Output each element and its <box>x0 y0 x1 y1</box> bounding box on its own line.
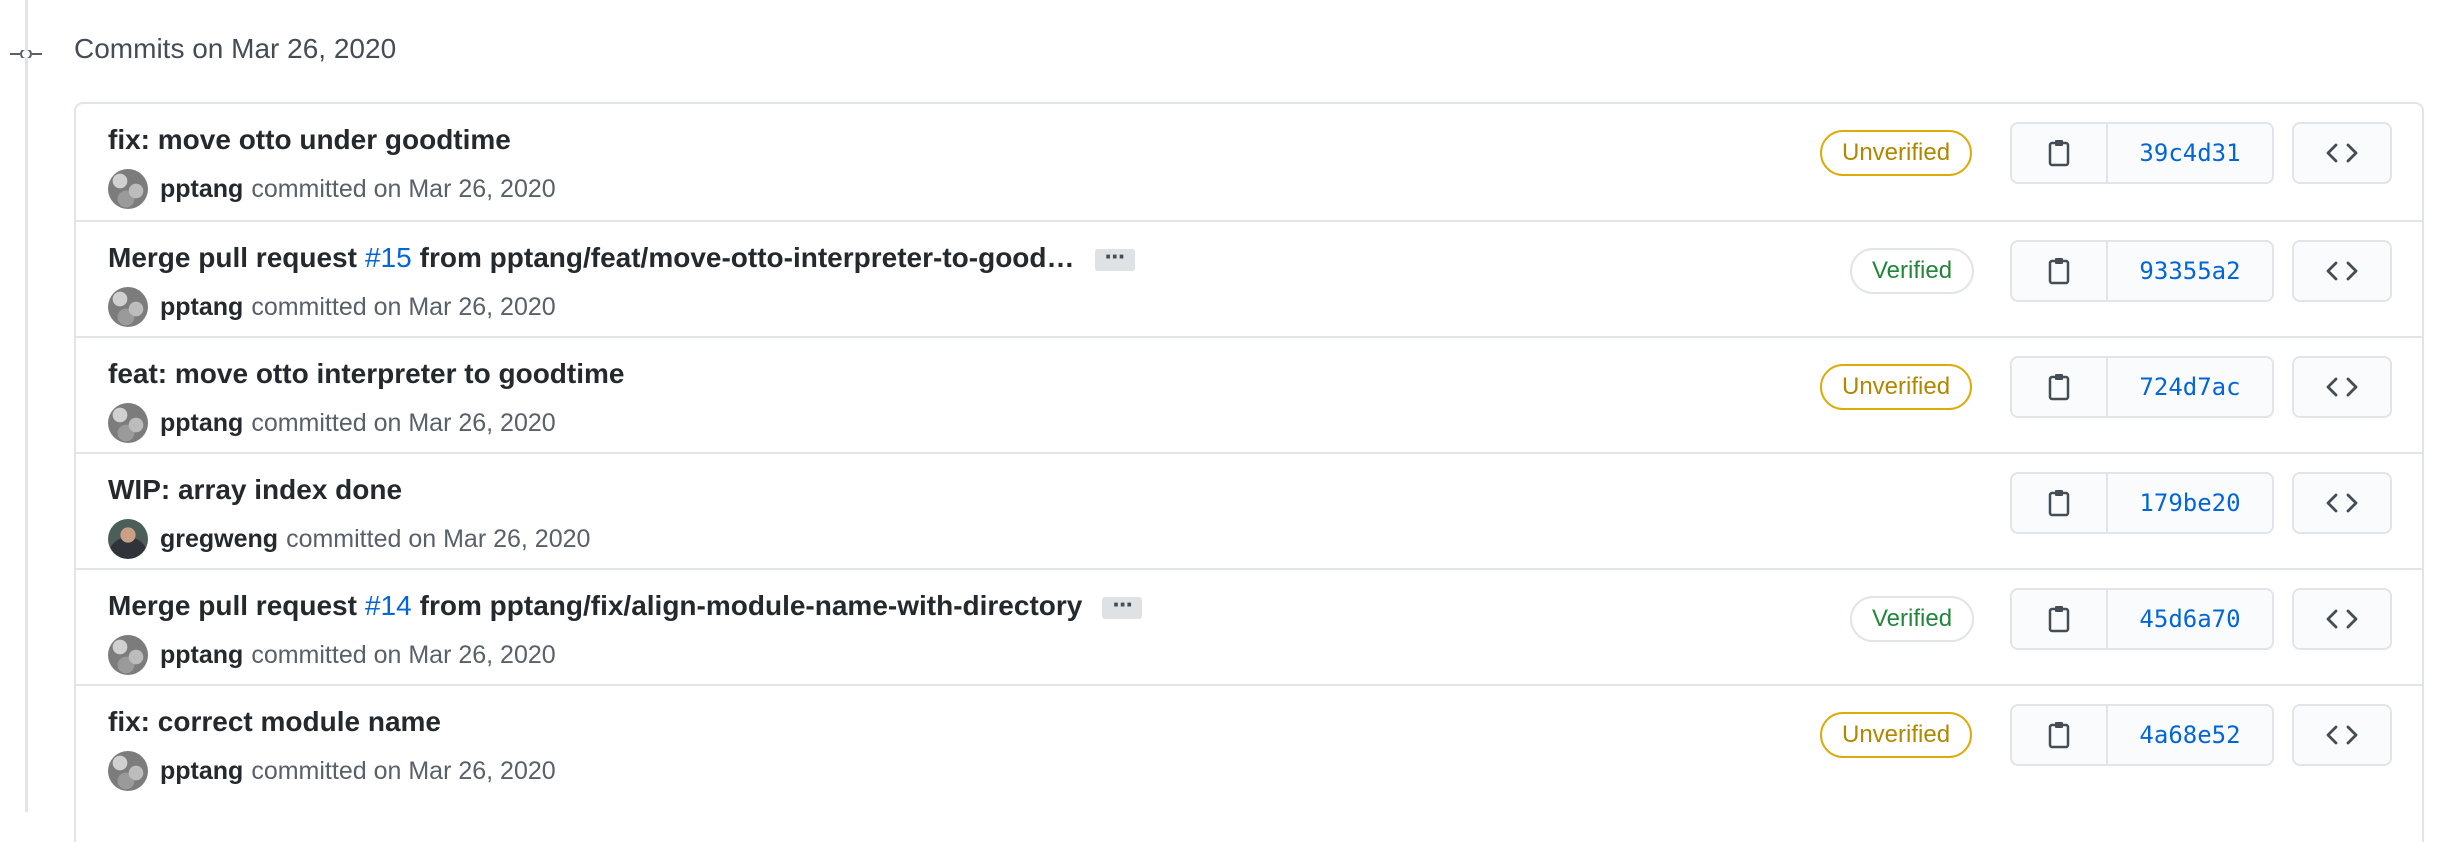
browse-repository-button[interactable] <box>2292 240 2392 302</box>
commit-meta: pptang committed on Mar 26, 2020 <box>108 169 556 209</box>
browse-repository-button[interactable] <box>2292 472 2392 534</box>
sha-button-group: 4a68e52 <box>2010 704 2274 766</box>
clipboard-icon <box>2048 606 2070 633</box>
commit-sha-link[interactable]: 724d7ac <box>2108 358 2272 416</box>
commit-title[interactable]: fix: move otto under goodtime <box>108 124 511 156</box>
sha-button-group: 45d6a70 <box>2010 588 2274 650</box>
commit-row: Merge pull request #14 from pptang/fix/ali… <box>76 568 2422 684</box>
browse-repository-button[interactable] <box>2292 704 2392 766</box>
commit-date: committed on Mar 26, 2020 <box>251 640 556 669</box>
commit-title[interactable]: fix: correct module name <box>108 706 441 738</box>
avatar[interactable] <box>108 403 148 443</box>
commit-meta: pptang committed on Mar 26, 2020 <box>108 403 556 443</box>
avatar[interactable] <box>108 751 148 791</box>
commit-meta: pptang committed on Mar 26, 2020 <box>108 751 556 791</box>
commit-date: committed on Mar 26, 2020 <box>251 174 556 203</box>
commit-sha-link[interactable]: 93355a2 <box>2108 242 2272 300</box>
commit-title-text[interactable]: feat: move otto interpreter to goodtime <box>108 358 624 390</box>
clipboard-icon <box>2048 140 2070 167</box>
git-commit-icon <box>10 50 42 58</box>
commit-title[interactable]: WIP: array index done <box>108 474 402 506</box>
commit-title-text[interactable]: fix: move otto under goodtime <box>108 124 511 156</box>
avatar[interactable] <box>108 635 148 675</box>
unverified-badge[interactable]: Unverified <box>1820 712 1973 758</box>
copy-sha-button[interactable] <box>2012 706 2108 764</box>
commit-author[interactable]: gregweng <box>160 525 278 554</box>
commit-row: fix: correct module name pptang committed … <box>76 684 2422 800</box>
copy-sha-button[interactable] <box>2012 124 2108 182</box>
commit-author[interactable]: pptang <box>160 409 243 438</box>
clipboard-icon <box>2048 374 2070 401</box>
copy-sha-button[interactable] <box>2012 358 2108 416</box>
commit-date: committed on Mar 26, 2020 <box>251 756 556 785</box>
clipboard-icon <box>2048 722 2070 749</box>
copy-sha-button[interactable] <box>2012 242 2108 300</box>
unverified-badge[interactable]: Unverified <box>1820 364 1973 410</box>
commit-meta: pptang committed on Mar 26, 2020 <box>108 635 556 675</box>
commit-date: committed on Mar 26, 2020 <box>251 408 556 437</box>
browse-repository-button[interactable] <box>2292 588 2392 650</box>
code-icon <box>2326 725 2358 745</box>
commit-sha-link[interactable]: 45d6a70 <box>2108 590 2272 648</box>
browse-repository-button[interactable] <box>2292 356 2392 418</box>
code-icon <box>2326 143 2358 163</box>
commit-meta: gregweng committed on Mar 26, 2020 <box>108 519 590 559</box>
commit-row: WIP: array index done gregweng committed o… <box>76 452 2422 568</box>
verified-badge[interactable]: Verified <box>1850 596 1975 642</box>
commit-title-prefix[interactable]: Merge pull request <box>108 590 357 622</box>
commit-title-text[interactable]: WIP: array index done <box>108 474 402 506</box>
commit-author[interactable]: pptang <box>160 641 243 670</box>
ellipsis-icon[interactable] <box>1094 241 1135 272</box>
commit-sha-link[interactable]: 179be20 <box>2108 474 2272 532</box>
browse-repository-button[interactable] <box>2292 122 2392 184</box>
code-icon <box>2326 377 2358 397</box>
commit-title-text[interactable]: fix: correct module name <box>108 706 441 738</box>
commit-date: committed on Mar 26, 2020 <box>251 292 556 321</box>
avatar[interactable] <box>108 169 148 209</box>
sha-button-group: 93355a2 <box>2010 240 2274 302</box>
verified-badge[interactable]: Verified <box>1850 248 1975 294</box>
commit-date: committed on Mar 26, 2020 <box>286 524 591 553</box>
commit-row: fix: move otto under goodtime pptang commi… <box>76 104 2422 220</box>
unverified-badge[interactable]: Unverified <box>1820 130 1973 176</box>
code-icon <box>2326 261 2358 281</box>
commit-author[interactable]: pptang <box>160 293 243 322</box>
clipboard-icon <box>2048 490 2070 517</box>
commit-list: fix: move otto under goodtime pptang commi… <box>74 102 2424 842</box>
commit-title[interactable]: Merge pull request #15 from pptang/feat/mo… <box>108 241 1135 274</box>
avatar[interactable] <box>108 519 148 559</box>
copy-sha-button[interactable] <box>2012 590 2108 648</box>
commit-row: Merge pull request #15 from pptang/feat/mo… <box>76 220 2422 336</box>
commit-sha-link[interactable]: 39c4d31 <box>2108 124 2272 182</box>
commit-title-suffix[interactable]: from pptang/feat/move-otto-interpreter-t… <box>420 242 1075 274</box>
clipboard-icon <box>2048 258 2070 285</box>
code-icon <box>2326 609 2358 629</box>
commit-meta: pptang committed on Mar 26, 2020 <box>108 287 556 327</box>
sha-button-group: 179be20 <box>2010 472 2274 534</box>
sha-button-group: 724d7ac <box>2010 356 2274 418</box>
commit-title-suffix[interactable]: from pptang/fix/align-module-name-with-d… <box>420 590 1083 622</box>
code-icon <box>2326 493 2358 513</box>
ellipsis-icon[interactable] <box>1102 589 1143 620</box>
commit-title-prefix[interactable]: Merge pull request <box>108 242 357 274</box>
commit-sha-link[interactable]: 4a68e52 <box>2108 706 2272 764</box>
commit-group-title: Commits on Mar 26, 2020 <box>74 33 397 64</box>
pull-request-link[interactable]: #15 <box>365 242 412 274</box>
pull-request-link[interactable]: #14 <box>365 590 412 622</box>
avatar[interactable] <box>108 287 148 327</box>
commit-author[interactable]: pptang <box>160 175 243 204</box>
commit-title[interactable]: Merge pull request #14 from pptang/fix/ali… <box>108 589 1143 622</box>
commit-author[interactable]: pptang <box>160 757 243 786</box>
commit-row: feat: move otto interpreter to goodtime p… <box>76 336 2422 452</box>
commit-title[interactable]: feat: move otto interpreter to goodtime <box>108 358 624 390</box>
copy-sha-button[interactable] <box>2012 474 2108 532</box>
timeline-line <box>25 0 28 812</box>
sha-button-group: 39c4d31 <box>2010 122 2274 184</box>
